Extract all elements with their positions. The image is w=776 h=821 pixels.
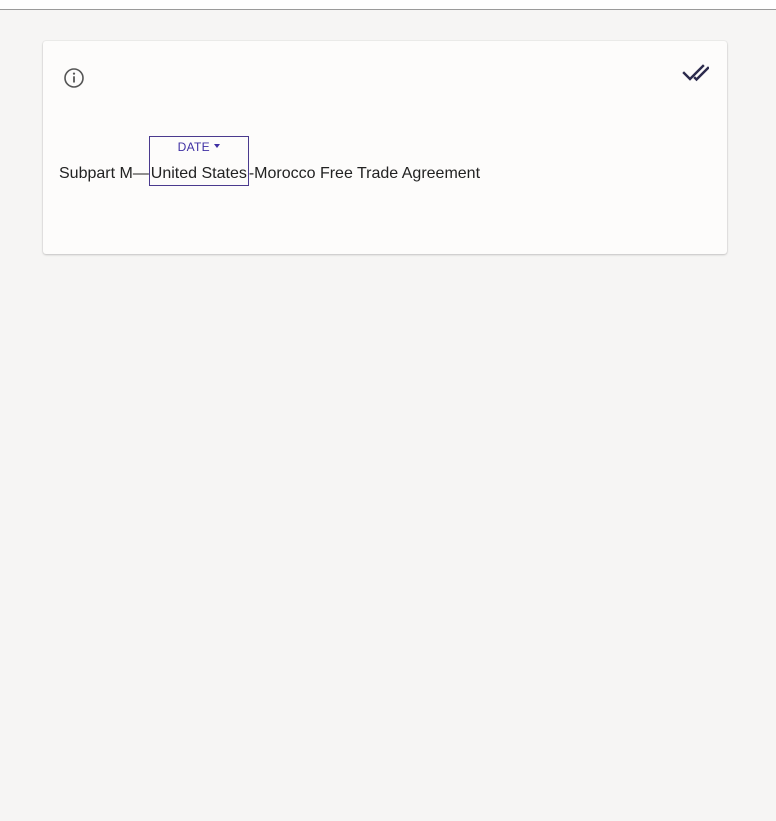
text-before-entity: Subpart M— (59, 165, 149, 182)
annotation-card: Subpart M— DATE United States -Morocco F… (43, 41, 727, 254)
entity-label: DATE (177, 140, 210, 154)
text-after-entity: -Morocco Free Trade Agreement (248, 165, 481, 182)
entity-text: United States (150, 165, 247, 182)
confirm-button[interactable] (681, 60, 710, 89)
info-circle-icon[interactable] (63, 67, 85, 89)
double-check-icon (681, 64, 710, 89)
caret-down-icon (213, 144, 220, 148)
entity-annotation-date[interactable]: DATE United States (148, 136, 249, 186)
entity-label-dropdown[interactable]: DATE (178, 140, 220, 154)
annotated-sentence: Subpart M— DATE United States -Morocco F… (59, 136, 480, 186)
top-bar (0, 0, 776, 10)
